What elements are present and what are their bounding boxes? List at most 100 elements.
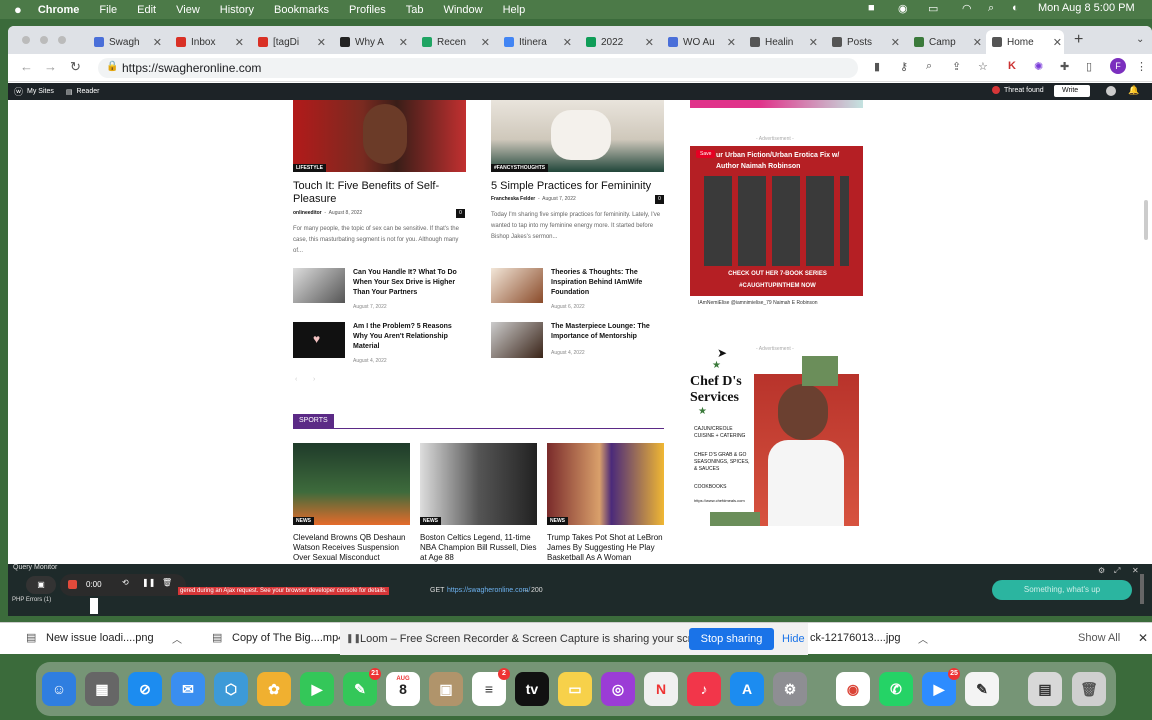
facetime-icon[interactable]: ▶ bbox=[300, 672, 334, 706]
thumbnail[interactable]: ♥ bbox=[293, 322, 345, 358]
reader-link[interactable]: Reader bbox=[76, 88, 99, 95]
new-tab-icon[interactable]: + bbox=[1074, 31, 1083, 49]
thumbnail[interactable] bbox=[491, 322, 543, 358]
menu-file[interactable]: File bbox=[99, 4, 117, 16]
article-title[interactable]: Touch It: Five Benefits of Self-Pleasure bbox=[293, 180, 468, 206]
book-ad[interactable]: Save ur Urban Fiction/Urban Erotica Fix … bbox=[690, 146, 863, 318]
php-errors-tab[interactable]: PHP Errors (1) bbox=[12, 597, 51, 603]
minimize-window-icon[interactable] bbox=[40, 36, 48, 44]
extension-k-icon[interactable]: K bbox=[1008, 60, 1016, 72]
thumbnail[interactable] bbox=[293, 268, 345, 303]
camera-icon[interactable]: ▮ bbox=[874, 60, 880, 73]
tab-recent[interactable]: Recen ✕ bbox=[416, 30, 492, 54]
chrome-icon[interactable]: ◉ bbox=[836, 672, 870, 706]
tab-wo[interactable]: WO Au ✕ bbox=[662, 30, 738, 54]
author[interactable]: Francheska Felder bbox=[491, 196, 535, 202]
whatsapp-icon[interactable]: ✆ bbox=[879, 672, 913, 706]
undo-icon[interactable]: ⟲ bbox=[122, 578, 129, 587]
download-item[interactable]: New issue loadi....png bbox=[46, 632, 154, 644]
menu-tab[interactable]: Tab bbox=[406, 4, 424, 16]
thumbnail[interactable] bbox=[491, 268, 543, 303]
podcasts-icon[interactable]: ◎ bbox=[601, 672, 635, 706]
small-article-title[interactable]: Can You Handle It? What To Do When Your … bbox=[353, 268, 468, 298]
author[interactable]: onlineeditor bbox=[293, 210, 322, 216]
close-tab-icon[interactable]: ✕ bbox=[317, 36, 326, 49]
textedit-icon[interactable]: ✎ bbox=[965, 672, 999, 706]
small-article-title[interactable]: The Masterpiece Lounge: The Importance o… bbox=[551, 322, 666, 342]
article-title[interactable]: 5 Simple Practices for Femininity bbox=[491, 180, 666, 193]
sports-title[interactable]: Cleveland Browns QB Deshaun Watson Recei… bbox=[293, 533, 413, 563]
close-tab-icon[interactable]: ✕ bbox=[809, 36, 818, 49]
sports-title[interactable]: Trump Takes Pot Shot at LeBron James By … bbox=[547, 533, 667, 563]
article-image[interactable]: LIFESTYLE bbox=[293, 100, 466, 172]
trash-icon[interactable]: 🗑 bbox=[1072, 672, 1106, 706]
category-label[interactable]: NEWS bbox=[547, 517, 568, 525]
wifi-icon[interactable]: ◠ bbox=[962, 2, 972, 15]
close-tab-icon[interactable]: ✕ bbox=[563, 36, 572, 49]
siri-icon[interactable]: ◐ bbox=[1012, 2, 1019, 14]
stop-record-button[interactable] bbox=[68, 580, 77, 589]
share-icon[interactable]: ⇪ bbox=[952, 60, 961, 73]
panel-tab[interactable] bbox=[90, 598, 98, 614]
tab-swagher[interactable]: Swagh ✕ bbox=[88, 30, 164, 54]
tab-2022[interactable]: 2022 ✕ bbox=[580, 30, 656, 54]
sports-image[interactable]: NEWS bbox=[547, 443, 664, 525]
category-label[interactable]: LIFESTYLE bbox=[293, 164, 326, 172]
tab-why[interactable]: Why A ✕ bbox=[334, 30, 410, 54]
zoom-icon[interactable]: ⌕ bbox=[926, 60, 932, 73]
tab-home[interactable]: Home ✕ bbox=[986, 30, 1064, 54]
sports-image[interactable]: NEWS bbox=[420, 443, 537, 525]
close-tab-icon[interactable]: ✕ bbox=[973, 36, 982, 49]
close-tab-icon[interactable]: ✕ bbox=[645, 36, 654, 49]
address-bar[interactable]: 🔒 https://swagheronline.com bbox=[98, 58, 858, 78]
menu-view[interactable]: View bbox=[176, 4, 200, 16]
wordpress-icon[interactable]: ⓦ bbox=[14, 85, 23, 98]
request-url[interactable]: https://swagheronline.com/ bbox=[447, 587, 530, 594]
category-label[interactable]: NEWS bbox=[420, 517, 441, 525]
maps-icon[interactable]: ⬡ bbox=[214, 672, 248, 706]
finder-icon[interactable]: ☺ bbox=[42, 672, 76, 706]
key-icon[interactable]: ⚷ bbox=[900, 60, 908, 73]
menu-app-name[interactable]: Chrome bbox=[38, 4, 80, 16]
my-sites-link[interactable]: My Sites bbox=[27, 88, 54, 95]
category-label[interactable]: #FANCYSTHOUGHTS bbox=[491, 164, 549, 172]
camera-toggle-icon[interactable]: ▣ bbox=[26, 576, 56, 594]
close-tab-icon[interactable]: ✕ bbox=[1053, 36, 1062, 49]
zoom-window-icon[interactable] bbox=[58, 36, 66, 44]
next-page-icon[interactable]: › bbox=[313, 376, 315, 383]
prev-page-icon[interactable]: ‹ bbox=[295, 376, 297, 383]
panel-scrollbar[interactable] bbox=[1140, 574, 1144, 604]
chat-pill-button[interactable]: Something, what's up bbox=[992, 580, 1132, 600]
zoom-app-icon[interactable]: ▶ 25 bbox=[922, 668, 960, 706]
spotlight-icon[interactable]: ⌕ bbox=[988, 2, 994, 15]
close-tab-icon[interactable]: ✕ bbox=[399, 36, 408, 49]
music-icon[interactable]: ♪ bbox=[687, 672, 721, 706]
menu-edit[interactable]: Edit bbox=[137, 4, 156, 16]
reload-icon[interactable]: ↻ bbox=[70, 59, 81, 75]
extension-icon[interactable]: ✺ bbox=[1034, 60, 1043, 73]
news-icon[interactable]: N bbox=[644, 672, 678, 706]
reader-icon[interactable]: ▤ bbox=[66, 88, 73, 96]
menu-profiles[interactable]: Profiles bbox=[349, 4, 386, 16]
messages-icon[interactable]: ✎ 21 bbox=[343, 668, 381, 706]
apple-tv-icon[interactable]: tv bbox=[515, 672, 549, 706]
close-tab-icon[interactable]: ✕ bbox=[727, 36, 736, 49]
reminders-icon[interactable]: ≡ 2 bbox=[472, 668, 510, 706]
more-menu-icon[interactable]: ⋮ bbox=[1136, 60, 1147, 73]
downloads-stack-icon[interactable]: ▤ bbox=[1028, 672, 1062, 706]
hide-button[interactable]: Hide bbox=[782, 633, 805, 645]
menu-bookmarks[interactable]: Bookmarks bbox=[274, 4, 329, 16]
tab-search-icon[interactable]: ⌄ bbox=[1136, 34, 1144, 45]
photos-icon[interactable]: ✿ bbox=[257, 672, 291, 706]
trash-icon[interactable]: 🗑 bbox=[162, 578, 172, 587]
forward-icon[interactable]: → bbox=[44, 59, 57, 74]
comment-count[interactable]: 0 bbox=[456, 209, 465, 218]
category-label[interactable]: NEWS bbox=[293, 517, 314, 525]
clock[interactable]: Mon Aug 8 5:00 PM bbox=[1038, 2, 1135, 14]
tab-itinerary[interactable]: Itinera ✕ bbox=[498, 30, 574, 54]
ad-banner-strip[interactable] bbox=[690, 100, 863, 108]
back-icon[interactable]: ← bbox=[20, 59, 33, 74]
comment-count[interactable]: 0 bbox=[655, 195, 664, 204]
chevron-up-icon[interactable]: ︿ bbox=[918, 631, 928, 646]
tab-inbox[interactable]: Inbox ✕ bbox=[170, 30, 246, 54]
